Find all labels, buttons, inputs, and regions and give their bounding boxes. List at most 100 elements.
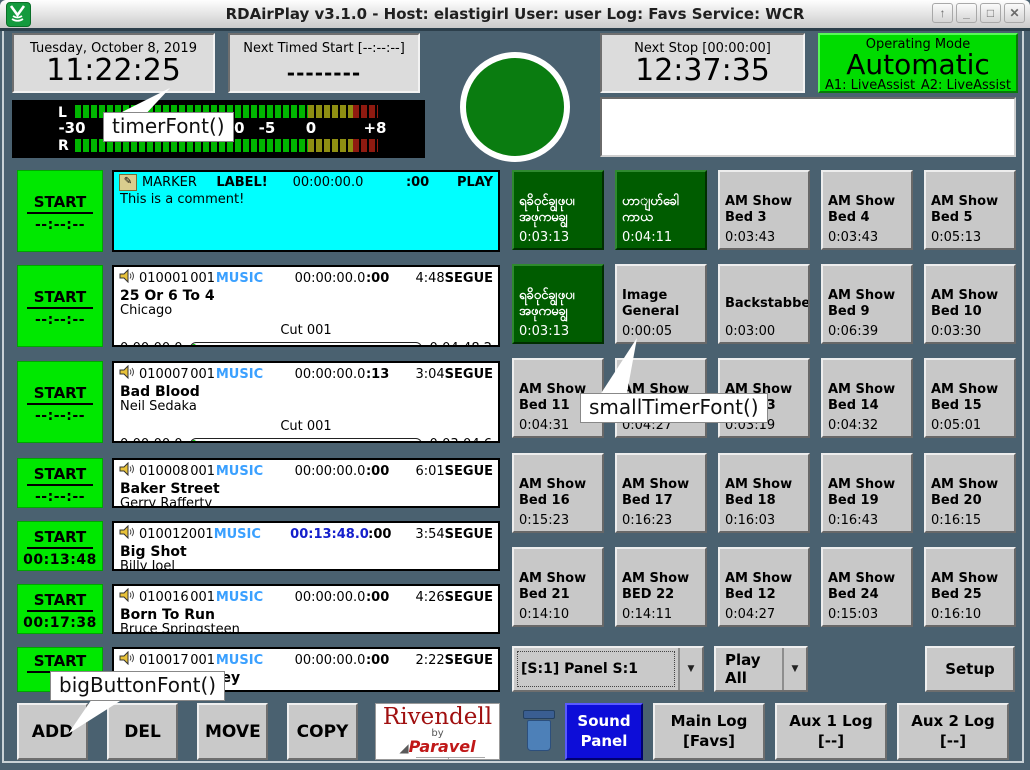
operating-mode-button[interactable]: Operating Mode Automatic A1: LiveAssist … bbox=[818, 33, 1018, 93]
start-button-time: --:--:-- bbox=[18, 312, 102, 328]
sound-panel-button[interactable]: Image General0:00:05 bbox=[615, 264, 707, 344]
sound-panel-button[interactable]: AM Show Bed 200:16:15 bbox=[924, 453, 1016, 533]
shade-button[interactable]: ↑ bbox=[932, 3, 953, 23]
sound-panel-button[interactable]: AM Show Bed 190:16:43 bbox=[821, 453, 913, 533]
start-button[interactable]: START00:17:38 bbox=[17, 584, 103, 634]
log-entry-marker[interactable]: ✎MARKERLABEL!00:00:00.0:00PLAYThis is a … bbox=[112, 170, 500, 252]
sound-panel-button-label: AM Show Bed 5 bbox=[931, 194, 1009, 225]
transition-type: SEGUE bbox=[445, 590, 493, 606]
mode-button-line1: Aux 1 Log bbox=[783, 712, 879, 732]
log-row: START--:--:--010007001MUSIC00:00:00.0:13… bbox=[17, 361, 500, 443]
sound-panel-button-timer: 0:16:43 bbox=[828, 513, 878, 528]
length: 2:22 bbox=[403, 653, 445, 669]
sound-panel-button-timer: 0:03:43 bbox=[725, 230, 775, 245]
close-button[interactable]: ✕ bbox=[1004, 3, 1025, 23]
start-button[interactable]: START00:13:48 bbox=[17, 521, 103, 571]
sound-panel-button-label: AM Show Bed 4 bbox=[828, 194, 906, 225]
mode-button-line2: [--] bbox=[783, 732, 879, 752]
length: 4:26 bbox=[403, 590, 445, 606]
move-button[interactable]: MOVE bbox=[197, 703, 268, 760]
chevron-down-icon[interactable]: ▼ bbox=[782, 648, 806, 690]
log-entry-meta: 010016001MUSIC00:00:00.0:004:26SEGUE bbox=[114, 586, 498, 607]
sound-panel-button-label: AM Show Bed 10 bbox=[931, 288, 1009, 319]
clock-time: 11:22:25 bbox=[14, 55, 213, 87]
start-button[interactable]: START--:--:-- bbox=[17, 458, 103, 508]
sound-panel-button[interactable]: AM Show Bed 210:14:10 bbox=[512, 547, 604, 627]
aux2-mode-label: A2: LiveAssist bbox=[921, 79, 1011, 93]
sound-panel-button-label: Backstabber bbox=[725, 296, 803, 312]
mode-button-sound[interactable]: SoundPanel bbox=[565, 703, 643, 760]
sound-panel-button-label: AM Show Bed 14 bbox=[828, 382, 906, 413]
log-entry[interactable]: 010008001MUSIC00:00:00.0:006:01SEGUEBake… bbox=[112, 458, 500, 508]
sound-panel-button[interactable]: AM Show Bed 40:03:43 bbox=[821, 170, 913, 250]
sound-panel-button[interactable]: AM Show Bed 160:15:23 bbox=[512, 453, 604, 533]
add-button[interactable]: ADD bbox=[17, 703, 88, 760]
cart-number: 010017 bbox=[139, 653, 190, 669]
sound-panel-button[interactable]: AM Show Bed 100:03:30 bbox=[924, 264, 1016, 344]
minimize-button[interactable]: _ bbox=[956, 3, 977, 23]
annotation-small-timer-font: smallTimerFont() bbox=[580, 393, 768, 423]
sound-panel-button[interactable]: AM Show Bed 250:16:10 bbox=[924, 547, 1016, 627]
next-timed-start-label: Next Timed Start [--:--:--] bbox=[230, 42, 418, 55]
sound-panel-button-timer: 0:14:10 bbox=[519, 607, 569, 622]
sound-panel-button[interactable]: AM Show Bed 150:05:01 bbox=[924, 358, 1016, 438]
sound-panel-button[interactable]: AM Show Bed 50:05:13 bbox=[924, 170, 1016, 250]
log-row: START00:17:38010016001MUSIC00:00:00.0:00… bbox=[17, 584, 500, 634]
del-button[interactable]: DEL bbox=[107, 703, 178, 760]
sound-panel-button[interactable]: AM Show Bed 170:16:23 bbox=[615, 453, 707, 533]
start-button-label: START bbox=[27, 466, 94, 486]
rivendell-logo: Rivendell by ◢Paravel systems bbox=[375, 703, 500, 760]
sound-panel-button[interactable]: Backstabber0:03:00 bbox=[718, 264, 810, 344]
log-entry[interactable]: 010001001MUSIC00:00:00.0:004:48SEGUE25 O… bbox=[112, 265, 500, 347]
sound-panel-button[interactable]: AM Show Bed 240:15:03 bbox=[821, 547, 913, 627]
sound-panel-button[interactable]: AM Show Bed 120:04:27 bbox=[718, 547, 810, 627]
sound-panel-button[interactable]: ရခိဝုင်ချွဖုပ၊ အဖုကမချွ0:03:13 bbox=[512, 264, 604, 344]
panel-selector-dropdown[interactable]: [S:1] Panel S:1 ▼ bbox=[512, 646, 704, 692]
setup-button[interactable]: Setup bbox=[925, 646, 1015, 692]
sound-panel-button[interactable]: AM Show Bed 30:03:43 bbox=[718, 170, 810, 250]
log-entry[interactable]: 010012001MUSIC00:13:48.0:003:54SEGUEBig … bbox=[112, 521, 500, 571]
sound-panel-button[interactable]: AM Show Bed 180:16:03 bbox=[718, 453, 810, 533]
next-timed-start-panel: Next Timed Start [--:--:--] -------- bbox=[228, 33, 420, 93]
sound-panel-button-label: ရခိဝုင်ချွဖုပ၊ အဖုကမချွ bbox=[519, 288, 597, 319]
play-mode-dropdown[interactable]: Play All ▼ bbox=[714, 646, 808, 692]
mode-button-aux-2-log[interactable]: Aux 2 Log[--] bbox=[897, 703, 1009, 760]
sound-panel-button[interactable]: AM Show BED 220:14:11 bbox=[615, 547, 707, 627]
sound-panel-button[interactable]: AM Show Bed 140:04:32 bbox=[821, 358, 913, 438]
log-entry[interactable]: 010007001MUSIC00:00:00.0:133:04SEGUEBad … bbox=[112, 361, 500, 443]
sound-panel-button-label: AM Show Bed 17 bbox=[622, 477, 700, 508]
talk-time: :00 bbox=[368, 527, 404, 543]
log-entry[interactable]: 010016001MUSIC00:00:00.0:004:26SEGUEBorn… bbox=[112, 584, 500, 634]
copy-button[interactable]: COPY bbox=[287, 703, 358, 760]
progress-bar bbox=[190, 342, 423, 347]
sound-panel-button[interactable]: ရခိဝုင်ချွဖုပ၊ အဖုကမချွ0:03:13 bbox=[512, 170, 604, 250]
sound-panel-button[interactable]: ဟာျဟ်ခေါကာယ0:04:11 bbox=[615, 170, 707, 250]
log-entry-cut: Cut 001 bbox=[114, 419, 498, 434]
log-entry-meta: 010007001MUSIC00:00:00.0:133:04SEGUE bbox=[114, 363, 498, 384]
next-timed-start-value: -------- bbox=[230, 61, 418, 85]
log-entry-title: Born To Run bbox=[114, 607, 498, 624]
trash-icon[interactable] bbox=[523, 710, 555, 754]
start-button[interactable]: START--:--:-- bbox=[17, 265, 103, 347]
next-stop-value: 12:37:35 bbox=[602, 55, 803, 87]
mode-button-aux-1-log[interactable]: Aux 1 Log[--] bbox=[775, 703, 887, 760]
start-button-time: --:--:-- bbox=[18, 408, 102, 424]
transition-type: SEGUE bbox=[445, 653, 493, 669]
maximize-button[interactable]: □ bbox=[980, 3, 1001, 23]
total-time: 0:03:04.6 bbox=[429, 437, 492, 443]
sound-panel-button[interactable]: AM Show Bed 90:06:39 bbox=[821, 264, 913, 344]
group-number: 001 bbox=[189, 527, 214, 543]
total-time: 0:04:48.2 bbox=[429, 341, 492, 347]
start-button-time: 00:17:38 bbox=[18, 615, 102, 631]
sound-panel-button-timer: 0:15:03 bbox=[828, 607, 878, 622]
start-button[interactable]: START--:--:-- bbox=[17, 170, 103, 252]
start-button[interactable]: START--:--:-- bbox=[17, 361, 103, 443]
speaker-icon bbox=[119, 365, 139, 384]
mode-button-main-log[interactable]: Main Log[Favs] bbox=[653, 703, 765, 760]
operating-mode-value: Automatic bbox=[820, 51, 1016, 79]
marker-type: MARKER bbox=[142, 175, 216, 191]
log-entry-title: Big Shot bbox=[114, 544, 498, 561]
chevron-down-icon[interactable]: ▼ bbox=[678, 648, 702, 690]
talk-time: :00 bbox=[366, 271, 403, 287]
log-entry-progress: 0:00:00.00:04:48.2 bbox=[114, 338, 498, 347]
